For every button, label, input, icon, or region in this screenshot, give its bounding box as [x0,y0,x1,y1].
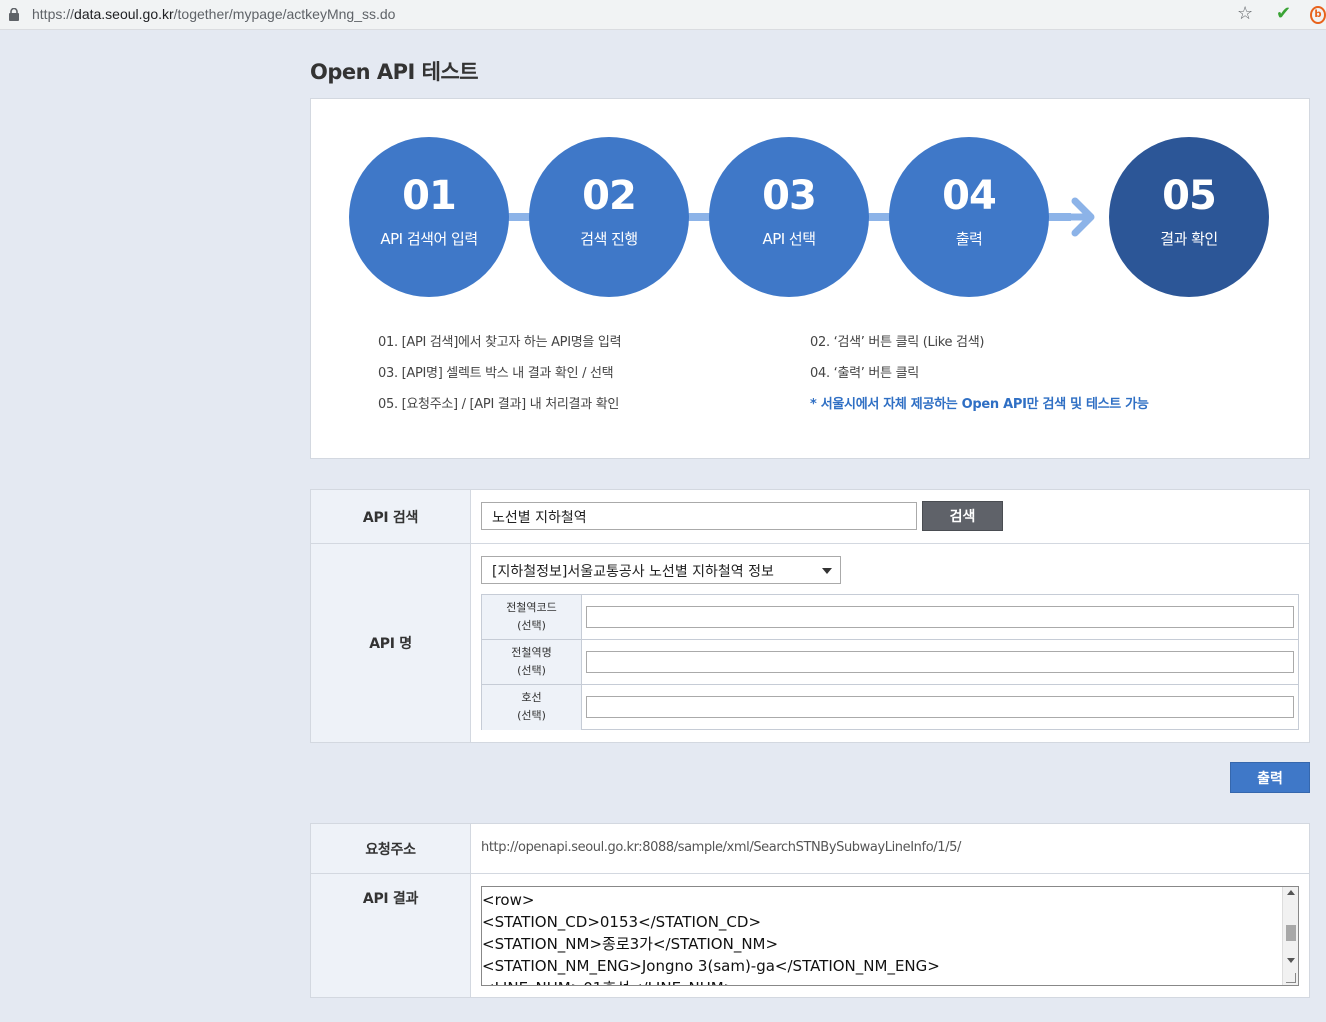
scroll-down-icon[interactable] [1287,958,1295,963]
result-line: <STATION_NM>종로3가</STATION_NM> [482,935,779,953]
param-note: (선택) [517,619,546,632]
note-item: 02. ‘검색’ 버튼 클릭 (Like 검색) [810,335,985,350]
step-label: API 선택 [762,230,816,248]
step-01: 01 API 검색어 입력 [349,137,509,297]
api-name-select[interactable]: [지하철정보]서울교통공사 노선별 지하철역 정보 [481,556,841,584]
param-label: 호선 (선택) [482,685,582,730]
step-04: 04 출력 [889,137,1049,297]
step-05: 05 결과 확인 [1109,137,1269,297]
bookmark-star-icon[interactable]: ☆ [1237,4,1253,24]
param-label: 전철역코드 (선택) [482,595,582,639]
param-note: (선택) [517,709,546,722]
note-highlight: * 서울시에서 자체 제공하는 Open API만 검색 및 테스트 가능 [810,397,1149,412]
request-url-value: http://openapi.seoul.go.kr:8088/sample/x… [481,840,961,855]
chevron-down-icon [822,568,832,574]
notes-left: 01. [API 검색]에서 찾고자 하는 API명을 입력 03. [API명… [378,335,622,428]
api-result-textarea[interactable]: <row> <STATION_CD>0153</STATION_CD> <STA… [481,886,1299,986]
extension-check-icon[interactable]: ✔ [1276,4,1291,24]
result-line: <STATION_NM_ENG>Jongno 3(sam)-ga</STATIO… [482,957,940,975]
api-result-row: API 결과 <row> <STATION_CD>0153</STATION_C… [311,874,1309,997]
output-button[interactable]: 출력 [1230,762,1310,793]
api-name-row: API 명 [지하철정보]서울교통공사 노선별 지하철역 정보 전철역코드 (선… [311,544,1309,742]
request-url-row: 요청주소 http://openapi.seoul.go.kr:8088/sam… [311,824,1309,874]
step-number: 01 [402,173,457,219]
url-path: /together/mypage/actkeyMng_ss.do [173,6,396,22]
step-03: 03 API 선택 [709,137,869,297]
line-input[interactable] [586,696,1294,718]
step-number: 02 [582,173,637,219]
param-name: 호선 [521,691,542,704]
param-note: (선택) [517,664,546,677]
station-code-input[interactable] [586,606,1294,628]
param-table: 전철역코드 (선택) 전철역명 (선택) 호선 (선택) [481,594,1299,730]
step-label: 출력 [955,230,983,248]
step-label: 결과 확인 [1160,230,1218,248]
notes-right: 02. ‘검색’ 버튼 클릭 (Like 검색) 04. ‘출력’ 버튼 클릭 … [810,335,1149,428]
api-form-table: API 검색 노선별 지하철역 검색 API 명 [지하철정보]서울교통공사 노… [310,489,1310,743]
note-item: 05. [요청주소] / [API 결과] 내 처리결과 확인 [378,397,620,412]
param-row-station-name: 전철역명 (선택) [482,640,1298,685]
api-search-row: API 검색 노선별 지하철역 검색 [311,490,1309,544]
step-02: 02 검색 진행 [529,137,689,297]
result-line: <LINE_NUM>01호선</LINE_NUM> [482,977,1298,985]
step-number: 03 [762,173,817,219]
note-item: 04. ‘출력’ 버튼 클릭 [810,366,919,381]
result-scrollbar[interactable] [1282,887,1298,985]
api-name-label: API 명 [311,544,471,742]
api-name-selected: [지하철정보]서울교통공사 노선별 지하철역 정보 [492,564,774,580]
step-label: 검색 진행 [580,230,638,248]
api-search-input[interactable]: 노선별 지하철역 [481,502,917,530]
page-title: Open API 테스트 [310,60,479,84]
url-prefix: https:// [32,6,75,22]
request-url-label: 요청주소 [311,824,471,873]
resize-handle-icon[interactable] [1286,973,1296,983]
search-button[interactable]: 검색 [922,501,1003,531]
url-field[interactable]: https://data.seoul.go.kr/together/mypage… [32,6,395,22]
note-item: 01. [API 검색]에서 찾고자 하는 API명을 입력 [378,335,622,350]
step-number: 04 [942,173,997,219]
result-form-table: 요청주소 http://openapi.seoul.go.kr:8088/sam… [310,823,1310,998]
browser-address-bar: https://data.seoul.go.kr/together/mypage… [0,0,1326,30]
url-host: data.seoul.go.kr [74,6,174,22]
station-name-input[interactable] [586,651,1294,673]
step-label: API 검색어 입력 [380,230,478,248]
param-row-line: 호선 (선택) [482,685,1298,730]
scroll-up-icon[interactable] [1287,890,1295,895]
param-label: 전철역명 (선택) [482,640,582,684]
step-number: 05 [1162,173,1217,219]
param-name: 전철역코드 [506,601,557,614]
result-line: <STATION_CD>0153</STATION_CD> [482,913,762,931]
scroll-thumb[interactable] [1286,925,1296,941]
result-line: <row> [482,891,535,909]
note-item: 03. [API명] 셀렉트 박스 내 결과 확인 / 선택 [378,366,614,381]
lock-icon [9,8,19,21]
param-name: 전철역명 [511,646,552,659]
api-result-label: API 결과 [311,874,471,997]
param-row-station-code: 전철역코드 (선택) [482,595,1298,640]
extension-b-icon[interactable]: b [1310,6,1326,24]
steps-panel: 01 API 검색어 입력 02 검색 진행 03 API 선택 04 출력 0… [310,98,1310,459]
arrow-right-icon [1051,197,1095,237]
api-search-label: API 검색 [311,490,471,543]
